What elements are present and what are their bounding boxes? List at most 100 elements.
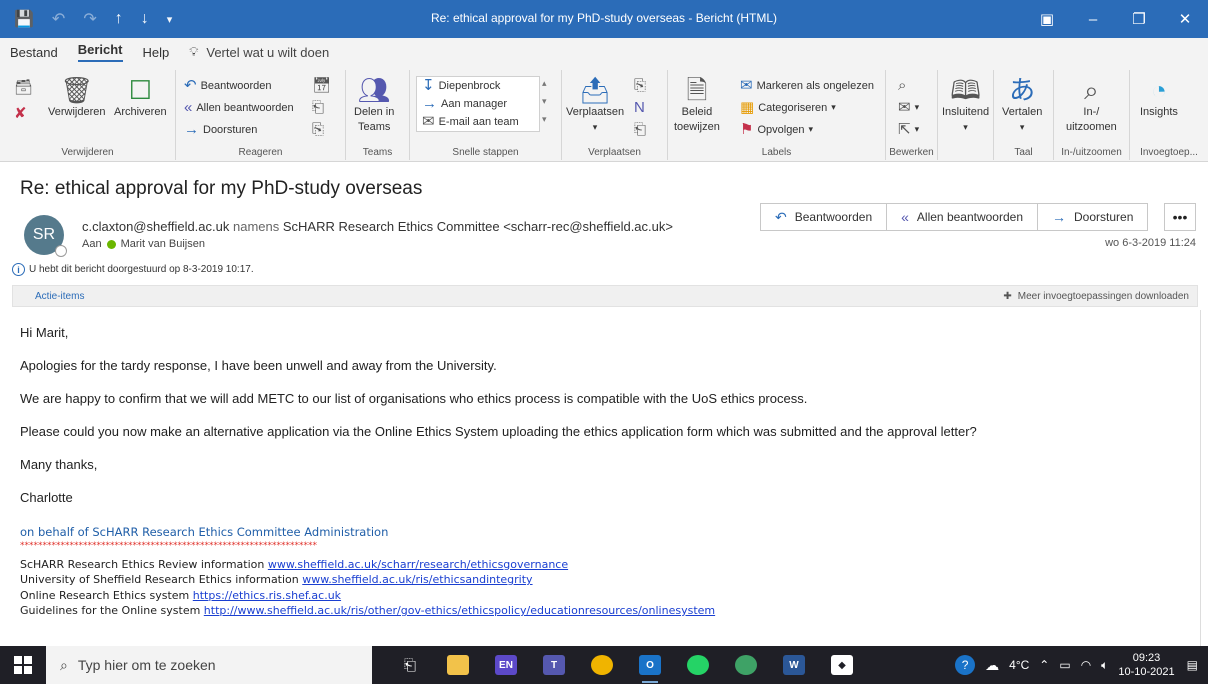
gallery-expand[interactable]: ▾: [542, 114, 547, 125]
message-body: Hi Marit, Apologies for the tardy respon…: [20, 325, 1190, 523]
app-icon[interactable]: ◆: [818, 646, 866, 684]
gallery-scroll-up[interactable]: ▴: [542, 78, 547, 89]
customize-icon[interactable]: ▾: [167, 13, 173, 26]
teams-icon[interactable]: T: [530, 646, 578, 684]
more-respond-icon[interactable]: ⎘: [312, 122, 324, 137]
envelope-icon: ✉: [740, 77, 753, 94]
assign-policy-button[interactable]: 🗎︎ Beleid toewijzen: [674, 76, 720, 134]
quick-step-diepenbrock[interactable]: ↧ Diepenbrock: [422, 78, 500, 93]
group-label-insights: Invoegtoep...: [1140, 147, 1198, 158]
weather-temp[interactable]: 4°C: [1009, 658, 1029, 672]
help-icon[interactable]: ?: [955, 655, 976, 675]
save-icon[interactable]: 💾: [14, 9, 34, 29]
message-subject: Re: ethical approval for my PhD-study ov…: [20, 178, 423, 199]
policy-icon: 🗎︎: [686, 75, 708, 105]
start-button[interactable]: [0, 646, 46, 684]
language-icon[interactable]: EN: [482, 646, 530, 684]
share-teams-button[interactable]: 👥︎ Delen in Teams: [354, 76, 394, 134]
translate-button[interactable]: あ Vertalen ▾: [1002, 76, 1042, 134]
file-explorer-icon[interactable]: [434, 646, 482, 684]
online-system-guidelines-link[interactable]: http://www.sheffield.ac.uk/ris/other/gov…: [204, 604, 715, 617]
quick-step-email-team[interactable]: ✉ E-mail aan team: [422, 114, 519, 129]
get-addins-link[interactable]: ✚ Meer invoegtoepassingen downloaden: [1003, 291, 1189, 302]
chevron-up-icon[interactable]: ⌃: [1039, 658, 1049, 672]
ignore-icon[interactable]: 🗃︎: [14, 80, 33, 95]
chrome-profile-icon[interactable]: [722, 646, 770, 684]
presence-unknown-icon: [55, 245, 67, 257]
quick-step-manager[interactable]: → Aan manager: [422, 96, 507, 111]
taskbar-search[interactable]: ⌕ Typ hier om te zoeken: [46, 646, 372, 684]
forwarded-info: i U hebt dit bericht doorgestuurd op 8-3…: [12, 263, 254, 276]
task-view-icon[interactable]: ⎗: [386, 646, 434, 684]
windows-icon: [14, 656, 32, 674]
close-button[interactable]: ✕: [1162, 0, 1208, 38]
move-button[interactable]: 📤︎ Verplaatsen ▾: [566, 76, 624, 134]
tab-bericht[interactable]: Bericht: [77, 42, 123, 62]
delete-button[interactable]: 🗑︎ Verwijderen: [48, 76, 105, 119]
junk-icon[interactable]: ✘: [14, 106, 27, 121]
reply-all-button[interactable]: «Allen beantwoorden: [184, 100, 294, 115]
archive-button[interactable]: ☐ Archiveren: [114, 76, 167, 119]
onenote-icon[interactable]: N: [634, 100, 645, 115]
redo-icon[interactable]: ↷: [83, 9, 96, 29]
action-items-link[interactable]: Actie-items: [35, 291, 84, 302]
up-arrow-icon[interactable]: ↑: [115, 10, 123, 28]
search-icon: ⌕: [60, 656, 68, 673]
categorize-button[interactable]: ▦ Categoriseren ▾: [740, 100, 836, 115]
reply-button[interactable]: ↶ Beantwoorden: [184, 78, 272, 93]
sender-name[interactable]: ScHARR Research Ethics Committee <scharr…: [283, 219, 673, 234]
weather-icon[interactable]: ☁: [985, 657, 999, 674]
tab-bestand[interactable]: Bestand: [10, 45, 58, 60]
zoom-button[interactable]: ⌕ In-/ uitzoomen: [1066, 76, 1117, 134]
select-icon[interactable]: ⇱ ▾: [898, 122, 919, 137]
tab-help[interactable]: Help: [143, 45, 170, 60]
taskbar: ⌕ Typ hier om te zoeken ⎗ EN T O W ◆ ? ☁…: [0, 646, 1208, 684]
vertical-scrollbar[interactable]: [1200, 310, 1208, 646]
minimize-button[interactable]: –: [1070, 0, 1116, 38]
reply-button-header[interactable]: ↶ Beantwoorden: [761, 204, 888, 230]
notifications-icon[interactable]: ▤: [1187, 658, 1198, 672]
more-actions-button[interactable]: •••: [1164, 203, 1196, 231]
wifi-icon[interactable]: ◠: [1081, 658, 1091, 672]
chrome-icon[interactable]: [578, 646, 626, 684]
online-ethics-link[interactable]: https://ethics.ris.shef.ac.uk: [193, 589, 341, 602]
insights-button[interactable]: ◔ Insights: [1140, 76, 1178, 119]
restore-button[interactable]: ❐: [1116, 0, 1162, 38]
teams-icon: 👥︎: [357, 75, 391, 105]
clock[interactable]: 09:23 10-10-2021: [1118, 651, 1174, 679]
immersive-reader-button[interactable]: 🕮︎ Insluitend ▾: [942, 76, 989, 134]
actions-icon[interactable]: ⎗: [634, 122, 646, 137]
forward-button-header[interactable]: → Doorsturen: [1038, 204, 1147, 230]
translate-icon: あ: [1009, 75, 1036, 105]
forward-button[interactable]: → Doorsturen: [184, 122, 257, 137]
gallery-scroll-down[interactable]: ▾: [542, 96, 547, 107]
ethics-review-link[interactable]: www.sheffield.ac.uk/scharr/research/ethi…: [268, 558, 568, 571]
volume-icon[interactable]: 🔈︎: [1101, 658, 1108, 673]
tell-me-box[interactable]: 💡︎ Vertel wat u wilt doen: [189, 44, 329, 60]
search-icon[interactable]: ⌕: [898, 78, 906, 93]
quick-access-toolbar: 💾 ↶ ↷ ↑ ↓ ▾: [0, 9, 172, 29]
outlook-icon[interactable]: O: [626, 646, 674, 684]
ethics-integrity-link[interactable]: www.sheffield.ac.uk/ris/ethicsandintegri…: [302, 573, 532, 586]
whatsapp-icon[interactable]: [674, 646, 722, 684]
meeting-icon[interactable]: 📅︎: [312, 78, 331, 93]
system-tray: ? ☁ 4°C ⌃ ▭ ◠ 🔈︎ 09:23 10-10-2021 ▤: [955, 646, 1208, 684]
follow-up-button[interactable]: ⚑ Opvolgen ▾: [740, 122, 813, 137]
related-icon[interactable]: ✉ ▾: [898, 100, 919, 115]
reply-all-button-header[interactable]: «Allen beantwoorden: [887, 204, 1038, 230]
recipient-name[interactable]: Marit van Buijsen: [121, 238, 205, 250]
rules-icon[interactable]: ⎘: [634, 78, 646, 93]
zoom-icon: ⌕: [1084, 75, 1099, 105]
presence-available-icon: [106, 239, 116, 249]
down-arrow-icon[interactable]: ↓: [141, 10, 149, 28]
battery-icon[interactable]: ▭: [1059, 658, 1070, 672]
word-icon[interactable]: W: [770, 646, 818, 684]
group-label-delete: Verwijderen: [61, 147, 114, 158]
im-icon[interactable]: ⎗: [312, 100, 324, 115]
group-zoom: ⌕ In-/ uitzoomen In-/uitzoomen: [1054, 70, 1130, 160]
signature-line: Online Research Ethics system https://et…: [20, 588, 342, 602]
sender-email[interactable]: c.claxton@sheffield.ac.uk: [82, 219, 229, 234]
undo-icon[interactable]: ↶: [52, 9, 65, 29]
ribbon-display-icon[interactable]: ▣: [1024, 0, 1070, 38]
mark-unread-button[interactable]: ✉ Markeren als ongelezen: [740, 78, 874, 93]
